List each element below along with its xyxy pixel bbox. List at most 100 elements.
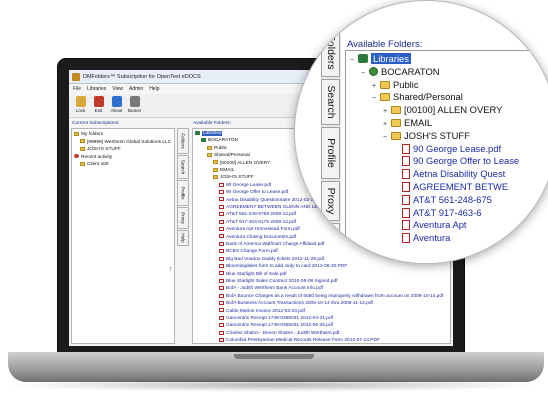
- menu-item-help[interactable]: Help: [149, 86, 159, 92]
- collapse-icon[interactable]: −: [372, 93, 380, 105]
- folder-tree-label: BofA - Judith Wertheim Bank Account Info…: [226, 286, 323, 292]
- folder-tree-item[interactable]: BOCARATON: [201, 137, 238, 144]
- magnified-pdf-item[interactable]: AGREEMENT BETWE: [394, 181, 508, 193]
- pdf-icon: [219, 300, 224, 305]
- pdf-file-item[interactable]: Columbia Presbyterian Medical Records Re…: [219, 337, 380, 344]
- folder-tree-item[interactable]: EMAIL: [213, 167, 234, 174]
- tab-profile[interactable]: Profile: [177, 180, 189, 206]
- folder-icon: [207, 145, 212, 150]
- magnified-tab-help[interactable]: Help: [321, 223, 340, 253]
- magnified-pdf-item[interactable]: Aetna Disability Quest: [394, 168, 505, 180]
- pdf-file-item[interactable]: Gancentrix Receipt 1748-0365031 2012-04-…: [219, 315, 333, 322]
- magnified-tab-proxy[interactable]: Proxy: [321, 181, 340, 221]
- pdf-icon: [219, 315, 224, 320]
- pdf-file-item[interactable]: 90 George Offer to Lease.pdf: [219, 189, 288, 196]
- folder-icon: [391, 106, 401, 115]
- pdf-file-item[interactable]: AT&T 917-463-6175 2009-12.pdf: [219, 219, 296, 226]
- pdf-file-item[interactable]: BofA - Judith Wertheim Bank Account Info…: [219, 285, 323, 292]
- magnified-pdf-item[interactable]: Aventura Apt: [394, 219, 467, 231]
- folder-icon: [391, 119, 401, 127]
- pdf-file-item[interactable]: BCBS Change Form.pdf: [219, 248, 278, 255]
- exit-button-label: Exit: [94, 108, 103, 113]
- folder-tree-item[interactable]: Shared/Personal: [207, 152, 250, 159]
- magnified-tab-profile[interactable]: Profile: [321, 127, 340, 179]
- magnified-tab-search[interactable]: Search: [321, 79, 340, 125]
- pdf-file-item[interactable]: 90 George Lease.pdf: [219, 182, 271, 189]
- tab-help[interactable]: Help: [177, 230, 189, 246]
- magnified-pdf-item[interactable]: 90 George Lease.pdf: [394, 143, 501, 155]
- magnified-folder-tree[interactable]: − Libraries − BOCARATON + Public − Shared/Perso…: [345, 50, 548, 263]
- pdf-icon: [402, 194, 410, 205]
- magnified-item-label: JOSH'S STUFF: [404, 129, 470, 141]
- folder-icon: [213, 160, 218, 165]
- magnified-tab-folders[interactable]: Folders: [321, 27, 340, 77]
- pdf-file-item[interactable]: AT&T 561-248-6759 2009-12.pdf: [219, 211, 296, 218]
- subscription-tree-item[interactable]: Recent activity: [74, 154, 112, 161]
- exit-button[interactable]: Exit: [90, 96, 107, 116]
- tab-label: Proxy: [180, 212, 186, 224]
- pdf-icon: [402, 156, 410, 167]
- magnified-tab-label: Folders: [324, 34, 337, 70]
- menu-item-libraries[interactable]: Libraries: [87, 86, 106, 92]
- tab-folders[interactable]: Folders: [177, 128, 189, 154]
- pdf-file-item[interactable]: Bloomingdales form to add Judy to card 2…: [219, 263, 347, 270]
- magnified-pdf-item[interactable]: AT&T 561-248-675: [394, 194, 492, 206]
- magnified-pdf-item[interactable]: 90 George Offer to Lease: [394, 155, 519, 167]
- magnifier-circle: Folders Search Profile Proxy Help Available …: [294, 0, 548, 264]
- pdf-icon: [219, 219, 224, 224]
- subscriptions-tree[interactable]: My folders [99999] Wertheim Global Soluti…: [71, 128, 175, 344]
- collapse-icon[interactable]: −: [350, 55, 358, 67]
- menu-item-view[interactable]: View: [112, 86, 123, 92]
- exit-icon: [93, 96, 104, 107]
- pdf-file-item[interactable]: Cable Marine Invoice 2012-03-23.pdf: [219, 308, 305, 315]
- pdf-file-item[interactable]: Charles Shalmi - Devon Shalmi - Judith W…: [219, 330, 339, 337]
- tab-proxy[interactable]: Proxy: [177, 207, 189, 229]
- folder-tree-label: Libraries: [202, 131, 223, 136]
- folder-tree-label: Columbia Presbyterian Medical Records Re…: [226, 338, 380, 344]
- pdf-file-item[interactable]: Aventura Apt Homestead Form.pdf: [219, 226, 300, 233]
- magnified-tab-label: Proxy: [324, 187, 337, 215]
- collapse-icon[interactable]: −: [361, 68, 369, 80]
- pdf-icon: [219, 278, 224, 283]
- subscription-tree-item[interactable]: My folders: [74, 131, 103, 138]
- magnified-item-label: EMAIL: [404, 117, 433, 128]
- folder-icon: [213, 175, 218, 180]
- pdf-file-item[interactable]: BofA Business Account Transactions 2009-…: [219, 300, 373, 307]
- subscription-tree-item[interactable]: JOSH'S STUFF: [80, 146, 121, 153]
- pdf-file-item[interactable]: Gancentrix Receipt 1748-0365031 2012-06-…: [219, 322, 333, 329]
- folder-tree-item[interactable]: Libraries: [195, 130, 223, 137]
- subscription-tree-label: My folders: [81, 132, 104, 137]
- magnified-pdf-item[interactable]: Aventura: [394, 232, 450, 244]
- folder-tree-label: 90 George Lease.pdf: [226, 182, 272, 188]
- about-button[interactable]: About: [108, 96, 125, 116]
- subscription-tree-item[interactable]: Client 100: [80, 161, 109, 168]
- folder-icon: [80, 139, 85, 144]
- folder-icon: [380, 93, 390, 102]
- folder-tree-label: Blue Starlight Bill of Sale.pdf: [226, 271, 287, 277]
- subscription-tree-label: JOSH'S STUFF: [87, 147, 121, 152]
- folder-tree-item[interactable]: [00100] ALLEN OVERY: [213, 160, 270, 167]
- lock-button[interactable]: Lock: [72, 96, 89, 116]
- menu-item-admin[interactable]: Admin: [129, 86, 143, 92]
- folder-tree-item[interactable]: JOSH'S STUFF: [213, 174, 254, 181]
- pdf-file-item[interactable]: Blue Starlight Sales Contract 2010-05-08…: [219, 278, 337, 285]
- about-icon: [111, 96, 122, 107]
- pdf-file-item[interactable]: Aventura Closing Documents.pdf: [219, 234, 296, 241]
- tab-search[interactable]: Search: [177, 155, 189, 179]
- folder-tree-label: Gancentrix Receipt 1748-0365031 2012-04-…: [226, 316, 333, 321]
- folder-tree-label: Gancentrix Receipt 1748-0365031 2012-06-…: [226, 323, 333, 329]
- pdf-icon: [219, 271, 224, 276]
- collapse-icon[interactable]: −: [383, 132, 391, 144]
- pdf-icon: [219, 249, 224, 254]
- magnified-item-label: AT&T 561-248-675: [413, 193, 492, 205]
- pdf-icon: [402, 220, 410, 231]
- product-shot: DMFolders™ Subscription for OpenText eDO…: [0, 0, 548, 403]
- button-button[interactable]: Button: [126, 96, 143, 116]
- pdf-file-item[interactable]: BofA Bounce Charges as a result of 6050 …: [219, 293, 443, 300]
- folder-tree-item[interactable]: Public: [207, 145, 227, 152]
- magnified-pdf-item[interactable]: AT&T 917-463-6: [394, 207, 481, 219]
- folder-icon: [74, 131, 79, 136]
- subscription-tree-item[interactable]: [99999] Wertheim Global Solutions LLC: [80, 139, 171, 146]
- pdf-file-item[interactable]: Blue Starlight Bill of Sale.pdf: [219, 271, 287, 278]
- menu-item-file[interactable]: File: [73, 86, 81, 92]
